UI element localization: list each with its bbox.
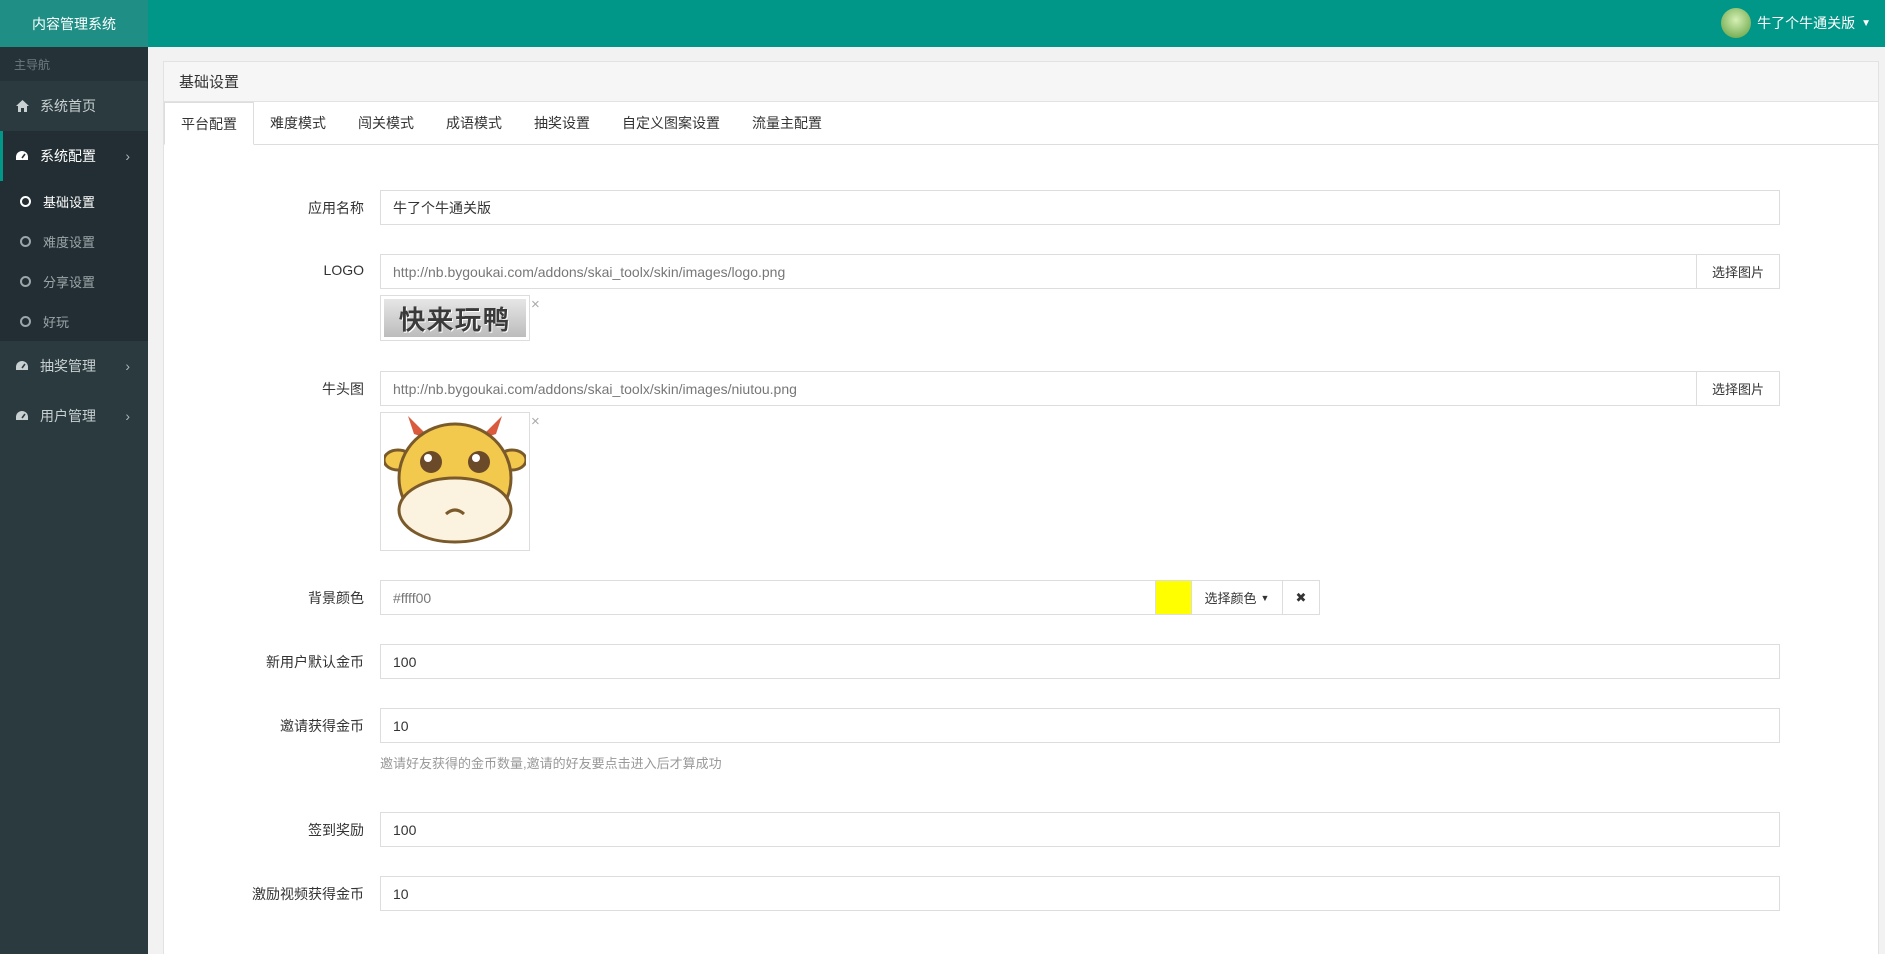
sidebar-subitem-label: 分享设置 <box>43 274 96 290</box>
nav-section-label: 主导航 <box>0 47 148 81</box>
new-user-coins-label: 新用户默认金币 <box>266 654 364 670</box>
caret-down-icon: ▼ <box>1861 17 1871 29</box>
home-icon <box>14 99 30 113</box>
sidebar-subitem-difficulty-settings[interactable]: 难度设置 <box>0 221 148 261</box>
sidebar-item-label: 系统配置 <box>40 148 96 164</box>
tab-bar: 平台配置 难度模式 闯关模式 成语模式 抽奖设置 自定义图案设置 流量主配置 <box>164 102 1878 145</box>
invite-coins-label: 邀请获得金币 <box>280 718 364 734</box>
bg-color-label: 背景颜色 <box>308 590 364 606</box>
clear-color-button[interactable]: ✖ <box>1282 580 1320 615</box>
logo-remove-icon[interactable]: × <box>531 296 540 313</box>
sidebar-subitem-label: 好玩 <box>43 314 70 330</box>
sidebar-subitem-label: 难度设置 <box>43 234 96 250</box>
choose-color-button[interactable]: 选择颜色 ▼ <box>1191 580 1283 615</box>
caret-down-icon: ▼ <box>1260 592 1270 603</box>
logo-label: LOGO <box>323 262 364 278</box>
video-coins-label: 激励视频获得金币 <box>252 886 364 902</box>
sidebar-item-label: 系统首页 <box>40 98 96 114</box>
cow-head-image <box>382 416 528 544</box>
tab-lottery-settings[interactable]: 抽奖设置 <box>518 102 606 144</box>
sidebar-item-lottery[interactable]: 抽奖管理 › <box>0 341 148 391</box>
sidebar-item-home[interactable]: 系统首页 <box>0 81 148 131</box>
niutou-label: 牛头图 <box>322 381 364 397</box>
circle-icon <box>20 315 31 327</box>
chevron-right-icon: › <box>125 408 130 424</box>
avatar <box>1721 8 1752 38</box>
app-title[interactable]: 内容管理系统 <box>0 0 148 47</box>
invite-coins-input[interactable]: 10 <box>380 708 1780 743</box>
tab-idiom-mode[interactable]: 成语模式 <box>430 102 518 144</box>
circle-icon <box>20 235 31 247</box>
niutou-choose-image-button[interactable]: 选择图片 <box>1696 371 1780 406</box>
sidebar-item-system-config[interactable]: 系统配置 › <box>0 131 148 181</box>
sidebar-subitem-label: 基础设置 <box>43 194 96 210</box>
sidebar-submenu: 基础设置 难度设置 分享设置 好玩 <box>0 181 148 341</box>
invite-coins-help: 邀请好友获得的金币数量,邀请的好友要点击进入后才算成功 <box>380 756 722 771</box>
dashboard-icon <box>14 359 30 373</box>
close-icon: ✖ <box>1295 589 1307 605</box>
niutou-remove-icon[interactable]: × <box>531 413 540 430</box>
tab-level-mode[interactable]: 闯关模式 <box>342 102 430 144</box>
username: 牛了个牛通关版 <box>1757 15 1856 31</box>
niutou-url-input[interactable]: http://nb.bygoukai.com/addons/skai_toolx… <box>380 371 1697 406</box>
sidebar-subitem-fun[interactable]: 好玩 <box>0 301 148 341</box>
video-coins-input[interactable]: 10 <box>380 876 1780 911</box>
logo-choose-image-button[interactable]: 选择图片 <box>1696 254 1780 289</box>
logo-preview: 快来玩鸭 <box>380 295 530 341</box>
niutou-preview <box>380 412 530 551</box>
dashboard-icon <box>14 149 30 163</box>
app-name-input[interactable]: 牛了个牛通关版 <box>380 190 1780 225</box>
panel-title: 基础设置 <box>164 62 1878 102</box>
circle-icon <box>20 275 31 287</box>
tab-platform-config[interactable]: 平台配置 <box>164 102 254 145</box>
settings-panel: 基础设置 平台配置 难度模式 闯关模式 成语模式 抽奖设置 自定义图案设置 流量… <box>163 61 1879 954</box>
sidebar-item-label: 抽奖管理 <box>40 358 96 374</box>
dashboard-icon <box>14 409 30 423</box>
sidebar-item-label: 用户管理 <box>40 408 96 424</box>
sidebar-item-users[interactable]: 用户管理 › <box>0 391 148 441</box>
top-bar: 牛了个牛通关版 ▼ <box>148 0 1885 47</box>
new-user-coins-input[interactable]: 100 <box>380 644 1780 679</box>
tab-difficulty-mode[interactable]: 难度模式 <box>254 102 342 144</box>
sidebar-subitem-basic-settings[interactable]: 基础设置 <box>0 181 148 221</box>
checkin-reward-input[interactable]: 100 <box>380 812 1780 847</box>
choose-color-label: 选择颜色 <box>1204 591 1257 606</box>
sidebar: 内容管理系统 主导航 系统首页 系统配置 › 基础设置 难度设置 分享设置 好玩 <box>0 0 148 954</box>
user-menu[interactable]: 牛了个牛通关版 ▼ <box>1721 8 1871 38</box>
tab-custom-pattern[interactable]: 自定义图案设置 <box>606 102 736 144</box>
sidebar-subitem-share-settings[interactable]: 分享设置 <box>0 261 148 301</box>
bg-color-input[interactable]: #ffff00 <box>380 580 1156 615</box>
app-name-label: 应用名称 <box>308 200 364 216</box>
bg-color-swatch[interactable] <box>1155 580 1192 615</box>
logo-url-input[interactable]: http://nb.bygoukai.com/addons/skai_toolx… <box>380 254 1697 289</box>
chevron-right-icon: › <box>125 358 130 374</box>
tab-traffic-config[interactable]: 流量主配置 <box>736 102 838 144</box>
chevron-right-icon: › <box>125 148 130 164</box>
checkin-reward-label: 签到奖励 <box>308 822 364 838</box>
circle-icon <box>20 195 31 207</box>
logo-image: 快来玩鸭 <box>384 299 526 337</box>
